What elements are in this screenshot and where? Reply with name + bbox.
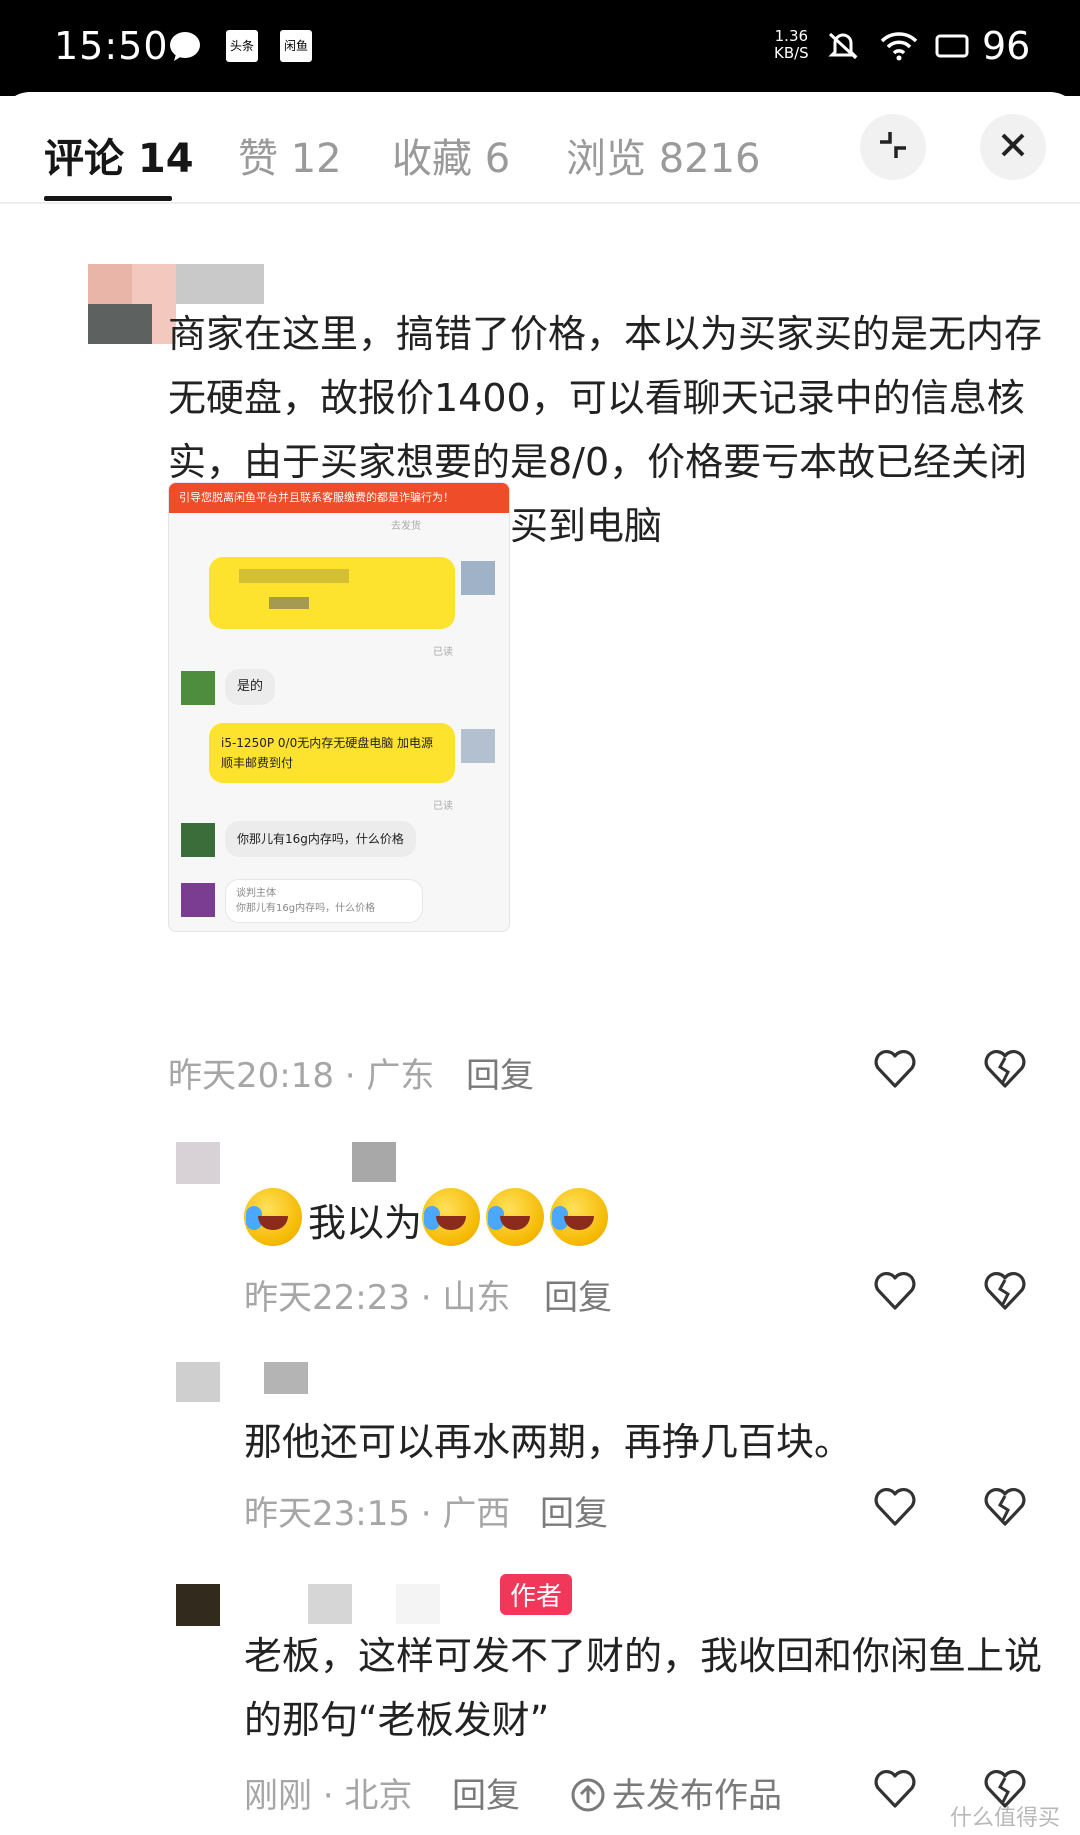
tab-likes[interactable]: 赞 12: [238, 126, 342, 184]
tab-favorites[interactable]: 收藏 6: [392, 126, 510, 184]
wifi-icon: [880, 30, 918, 62]
upload-icon: [570, 1777, 606, 1822]
watermark: 什么值得买: [950, 1806, 1061, 1831]
quoted-message: 谈判主体 你那儿有16g内存吗，什么价格: [225, 879, 423, 923]
chat-bubble-pixelated: [209, 557, 455, 629]
read-status: 已读: [433, 801, 453, 812]
dislike-icon[interactable]: [982, 1268, 1028, 1314]
publish-work-label: 去发布作品: [612, 1776, 782, 1816]
username-redacted[interactable]: [176, 264, 264, 304]
read-status: 已读: [433, 647, 453, 658]
username-redacted: [396, 1584, 440, 1624]
like-icon[interactable]: [872, 1268, 918, 1314]
comment-meta: 刚刚 · 北京: [244, 1776, 413, 1816]
facepalm-crying-emoji: [550, 1188, 609, 1246]
active-tab-indicator: [44, 196, 172, 201]
close-button[interactable]: [980, 114, 1046, 180]
close-icon: [998, 130, 1028, 164]
avatar: [461, 729, 495, 763]
username-redacted[interactable]: [308, 1584, 352, 1624]
chat-bubble: 是的: [225, 669, 276, 705]
dislike-icon[interactable]: [982, 1484, 1028, 1530]
collapse-button[interactable]: [860, 114, 926, 180]
quote-title: 谈判主体: [236, 888, 276, 899]
quote-text: 你那儿有16g内存吗，什么价格: [236, 903, 376, 914]
facepalm-crying-emoji: [244, 1188, 302, 1246]
net-speed: 1.36 KB/S: [774, 28, 809, 62]
ship-label: 去发货: [391, 521, 421, 532]
toutiao-app-icon: 头条: [226, 30, 258, 62]
battery-level: 96: [982, 24, 1031, 68]
message-bubble-icon: [168, 30, 202, 62]
username-redacted[interactable]: [352, 1142, 396, 1182]
status-time: 15:50: [54, 24, 169, 68]
facepalm-crying-emoji: [486, 1188, 545, 1246]
comment-meta: 昨天23:15 · 广西: [244, 1494, 511, 1534]
avatar: [461, 561, 495, 595]
reply-button[interactable]: 回复: [466, 1048, 534, 1097]
like-icon[interactable]: [872, 1484, 918, 1530]
dislike-icon[interactable]: [982, 1046, 1028, 1092]
chat-bubble: 你那儿有16g内存吗，什么价格: [225, 821, 416, 857]
tab-views[interactable]: 浏览 8216: [566, 126, 761, 184]
comment-text: 那他还可以再水两期，再挣几百块。: [244, 1420, 853, 1464]
avatar: [181, 883, 215, 917]
mute-icon: [826, 30, 860, 62]
username-redacted[interactable]: [264, 1362, 308, 1394]
avatar[interactable]: [176, 1584, 220, 1626]
fraud-warning-bar: 引导您脱离闲鱼平台并且联系客服缴费的都是诈骗行为！: [169, 483, 509, 513]
reply-button[interactable]: 回复: [540, 1486, 608, 1535]
net-speed-unit: KB/S: [774, 44, 809, 62]
reply-button[interactable]: 回复: [452, 1768, 520, 1817]
collapse-icon: [876, 128, 910, 166]
comment-text: 我以为: [244, 1188, 1024, 1255]
publish-work-button[interactable]: 去发布作品: [570, 1768, 782, 1822]
net-speed-value: 1.36: [774, 27, 809, 45]
author-badge: 作者: [500, 1574, 573, 1615]
chat-bubble: i5-1250P 0/0无内存无硬盘电脑 加电源顺丰邮费到付: [209, 723, 455, 783]
tab-comments[interactable]: 评论 14: [44, 126, 194, 184]
comment-image[interactable]: 引导您脱离闲鱼平台并且联系客服缴费的都是诈骗行为！ 去发货 已读 是的 i5-1…: [168, 482, 510, 932]
comment-meta: 昨天22:23 · 山东: [244, 1278, 511, 1318]
comment-text-body: 我以为: [308, 1201, 423, 1245]
like-icon[interactable]: [872, 1766, 918, 1812]
avatar-pixelated: [88, 304, 152, 344]
comment-text: 老板，这样可发不了财的，我收回和你闲鱼上说的那句“老板发财”: [244, 1634, 1043, 1742]
status-bar: 15:50 头条 闲鱼 1.36 KB/S 96: [0, 0, 1080, 96]
screen-rotate-icon: [934, 30, 970, 62]
avatar[interactable]: [176, 1362, 220, 1402]
like-icon[interactable]: [872, 1046, 918, 1092]
avatar: [181, 671, 215, 705]
xianyu-app-icon: 闲鱼: [280, 30, 312, 62]
avatar: [181, 823, 215, 857]
avatar[interactable]: [176, 1142, 220, 1184]
reply-button[interactable]: 回复: [544, 1270, 612, 1319]
facepalm-crying-emoji: [422, 1188, 481, 1246]
comment-meta: 昨天20:18 · 广东: [168, 1056, 435, 1096]
tab-bar: 评论 14 赞 12 收藏 6 浏览 8216: [0, 92, 1080, 204]
